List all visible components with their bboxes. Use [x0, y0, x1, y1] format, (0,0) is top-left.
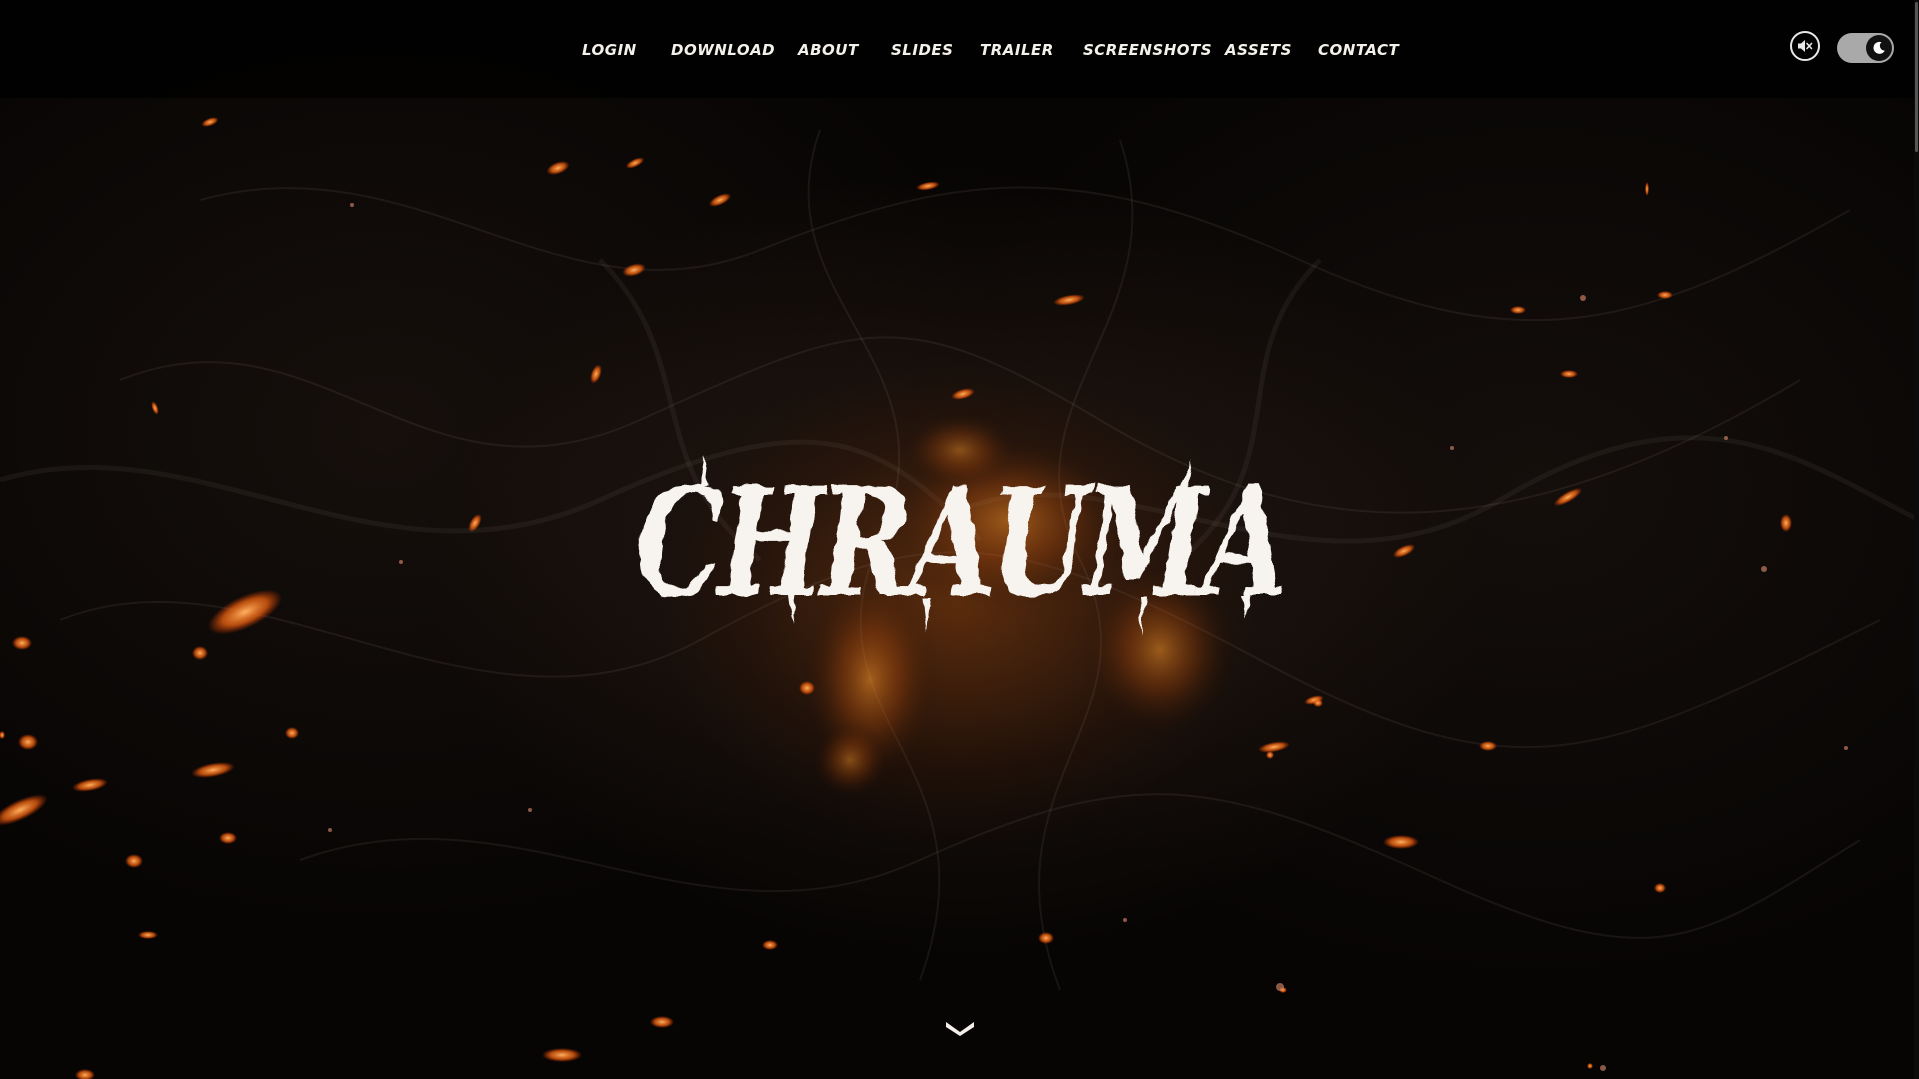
nav-link-about[interactable]: About: [798, 38, 859, 62]
theme-toggle[interactable]: [1837, 33, 1894, 63]
nav-link-login[interactable]: Login: [582, 38, 637, 62]
moon-icon: [1873, 41, 1885, 54]
chevron-down-icon[interactable]: [944, 1018, 976, 1038]
page: Login Download About Slides Trailer Scre…: [0, 0, 1919, 1079]
nav-link-trailer[interactable]: Trailer: [980, 38, 1054, 62]
scrollbar-thumb[interactable]: [1915, 2, 1918, 152]
game-logo: CHRAUMA: [620, 445, 1300, 645]
theme-toggle-knob: [1866, 35, 1892, 61]
nav-link-slides[interactable]: Slides: [891, 38, 953, 62]
top-navbar: Login Download About Slides Trailer Scre…: [0, 0, 1919, 98]
speaker-muted-icon: [1798, 40, 1813, 52]
nav-link-contact[interactable]: Contact: [1318, 38, 1399, 62]
page-scrollbar[interactable]: [1914, 0, 1919, 1079]
mute-button[interactable]: [1790, 31, 1820, 61]
nav-link-assets[interactable]: Assets: [1225, 38, 1292, 62]
game-logo-artwork: CHRAUMA: [635, 455, 1291, 637]
nav-link-screenshots[interactable]: Screenshots: [1083, 38, 1212, 62]
nav-link-download[interactable]: Download: [671, 38, 775, 62]
